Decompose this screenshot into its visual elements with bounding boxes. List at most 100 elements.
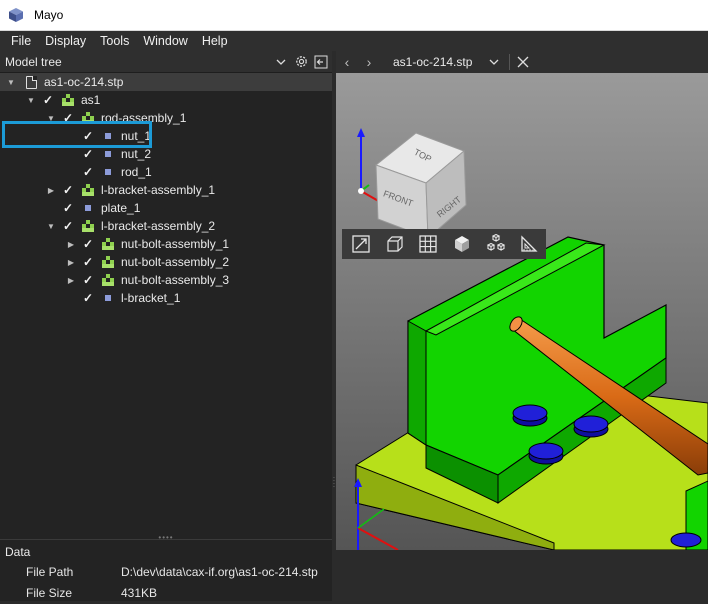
tree-row[interactable]: ▶ ✓ nut-bolt-assembly_1 (0, 235, 332, 253)
property-value: D:\dev\data\cax-if.org\as1-oc-214.stp (121, 565, 318, 579)
property-row: File Size 431KB (0, 586, 332, 604)
visibility-checkbox[interactable]: ✓ (62, 201, 74, 215)
shaded-box-icon[interactable] (445, 231, 479, 257)
visibility-checkbox[interactable]: ✓ (82, 129, 94, 143)
tree-row[interactable]: ▼ ✓ rod-assembly_1 (0, 109, 332, 127)
visibility-checkbox[interactable]: ✓ (82, 255, 94, 269)
property-key: File Path (26, 565, 74, 579)
tree-item-label: l-bracket_1 (121, 291, 181, 305)
tree-row[interactable]: ▼ ✓ l-bracket-assembly_2 (0, 217, 332, 235)
menu-help[interactable]: Help (197, 34, 233, 48)
visibility-checkbox[interactable]: ✓ (62, 183, 74, 197)
collapsed-arrow-icon[interactable]: ▶ (66, 258, 76, 267)
tree-item-label: l-bracket-assembly_1 (101, 183, 216, 197)
document-tab-name[interactable]: as1-oc-214.stp (393, 55, 485, 69)
mayo-app-icon (9, 8, 23, 22)
part-icon (105, 133, 111, 139)
assembly-icon (62, 94, 74, 106)
visibility-checkbox[interactable]: ✓ (82, 273, 94, 287)
close-panel-icon[interactable] (312, 53, 330, 71)
left-panel-header: Model tree (0, 51, 332, 73)
3d-viewport[interactable]: TOP FRONT RIGHT (336, 73, 708, 551)
tree-item-label: as1-oc-214.stp (44, 75, 124, 89)
tree-item-label: nut_1 (121, 129, 152, 143)
data-panel: Data File Path D:\dev\data\cax-if.org\as… (0, 539, 332, 601)
document-view: ‹ › as1-oc-214.stp TOP FRONT RIGHT (336, 51, 708, 551)
visibility-checkbox[interactable]: ✓ (62, 111, 74, 125)
tree-row-document[interactable]: ▼ as1-oc-214.stp (0, 73, 332, 91)
document-header: ‹ › as1-oc-214.stp (336, 51, 708, 73)
visibility-checkbox[interactable]: ✓ (62, 219, 74, 233)
chevron-down-icon[interactable] (485, 53, 503, 71)
expanded-arrow-icon[interactable]: ▼ (6, 78, 16, 87)
header-divider (509, 54, 510, 70)
model-tree: ▼ as1-oc-214.stp ▼ ✓ as1 ▼ ✓ rod-assembly_1 ✓ nut… (0, 73, 332, 483)
property-key: File Size (26, 586, 73, 600)
tree-row[interactable]: ▼ ✓ as1 (0, 91, 332, 109)
tree-item-label: nut-bolt-assembly_1 (121, 237, 230, 251)
tree-item-label: plate_1 (101, 201, 141, 215)
measure-icon[interactable] (512, 231, 546, 257)
next-document-icon[interactable]: › (358, 54, 380, 70)
visibility-checkbox[interactable]: ✓ (82, 237, 94, 251)
chevron-down-icon[interactable] (272, 53, 290, 71)
visibility-checkbox[interactable]: ✓ (82, 291, 94, 305)
left-panel: Model tree ▼ as1-oc-214.stp ▼ ✓ as1 ▼ ✓ rod-ass… (0, 51, 332, 601)
tree-item-label: as1 (81, 93, 101, 107)
menu-window[interactable]: Window (138, 34, 192, 48)
assembly-icon (102, 274, 114, 286)
expanded-arrow-icon[interactable]: ▼ (46, 222, 56, 231)
tree-item-label: nut-bolt-assembly_2 (121, 255, 230, 269)
view-toolbar (342, 229, 546, 259)
tree-item-label: rod-assembly_1 (101, 111, 187, 125)
property-value: 431KB (121, 586, 158, 600)
part-icon (105, 295, 111, 301)
tree-item-label: nut-bolt-assembly_3 (121, 273, 230, 287)
menu-tools[interactable]: Tools (95, 34, 134, 48)
expanded-arrow-icon[interactable]: ▼ (26, 96, 36, 105)
grid-icon[interactable] (411, 231, 445, 257)
previous-document-icon[interactable]: ‹ (336, 54, 358, 70)
gear-icon[interactable] (292, 53, 310, 71)
assembly-icon (82, 112, 94, 124)
tree-item-label: l-bracket-assembly_2 (101, 219, 216, 233)
tree-item-label: rod_1 (121, 165, 152, 179)
property-row: File Path D:\dev\data\cax-if.org\as1-oc-… (0, 565, 332, 583)
tree-row[interactable]: ▶ ✓ l-bracket-assembly_1 (0, 181, 332, 199)
file-icon (26, 75, 37, 89)
menu-file[interactable]: File (6, 34, 36, 48)
tree-row[interactable]: ✓ rod_1 (0, 163, 332, 181)
data-panel-title: Data (5, 545, 31, 559)
fit-all-icon[interactable] (344, 231, 378, 257)
tree-row[interactable]: ✓ plate_1 (0, 199, 332, 217)
visibility-checkbox[interactable]: ✓ (82, 165, 94, 179)
assembly-icon (82, 220, 94, 232)
tree-row[interactable]: ✓ nut_1 (0, 127, 332, 145)
tree-item-label: nut_2 (121, 147, 152, 161)
explode-icon[interactable] (479, 231, 513, 257)
assembly-icon (102, 256, 114, 268)
expanded-arrow-icon[interactable]: ▼ (46, 114, 56, 123)
window-title: Mayo (34, 8, 64, 22)
title-bar: Mayo (0, 0, 708, 31)
3d-scene: TOP FRONT RIGHT (336, 73, 708, 551)
part-icon (105, 169, 111, 175)
tree-row[interactable]: ▶ ✓ nut-bolt-assembly_2 (0, 253, 332, 271)
close-icon[interactable] (514, 53, 532, 71)
wireframe-box-icon[interactable] (378, 231, 412, 257)
collapsed-arrow-icon[interactable]: ▶ (66, 276, 76, 285)
tree-row[interactable]: ▶ ✓ nut-bolt-assembly_3 (0, 271, 332, 289)
part-icon (85, 205, 91, 211)
tree-row[interactable]: ✓ l-bracket_1 (0, 289, 332, 307)
collapsed-arrow-icon[interactable]: ▶ (46, 186, 56, 195)
part-icon (105, 151, 111, 157)
menu-bar: File Display Tools Window Help (0, 31, 708, 51)
menu-display[interactable]: Display (40, 34, 91, 48)
visibility-checkbox[interactable]: ✓ (42, 93, 54, 107)
visibility-checkbox[interactable]: ✓ (82, 147, 94, 161)
assembly-icon (82, 184, 94, 196)
panel-selector-label[interactable]: Model tree (5, 55, 272, 69)
assembly-icon (102, 238, 114, 250)
collapsed-arrow-icon[interactable]: ▶ (66, 240, 76, 249)
tree-row[interactable]: ✓ nut_2 (0, 145, 332, 163)
